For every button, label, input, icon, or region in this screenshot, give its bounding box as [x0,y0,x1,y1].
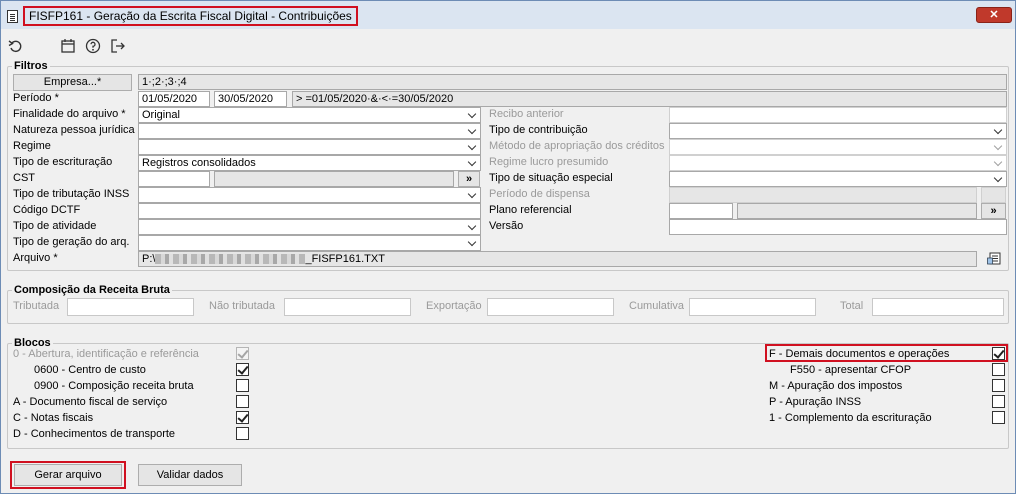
bloco-c-label: C - Notas fiscais [13,412,94,424]
bloco-1-label: 1 - Complemento da escrituração [769,412,932,424]
redacted-path [155,254,306,265]
periodo-expression: > =01/05/2020·&·<·=30/05/2020 [292,91,1007,107]
tipo-atividade-select[interactable] [138,219,481,235]
arquivo-suffix: _FISFP161.TXT [305,253,385,265]
undo-icon[interactable] [7,37,25,55]
bloco-0900-checkbox[interactable] [236,379,249,392]
filtros-legend: Filtros [12,60,50,72]
bloco-a-label: A - Documento fiscal de serviço [13,396,168,408]
cst-label: CST [13,172,35,184]
exportacao-label: Exportação [426,300,482,312]
natureza-label: Natureza pessoa jurídica [13,124,135,136]
periodo-end-field[interactable]: 30/05/2020 [214,91,287,107]
recibo-field [669,107,1007,123]
bloco-m-checkbox[interactable] [992,379,1005,392]
bloco-0600-checkbox[interactable] [236,363,249,376]
empresa-field: 1·;2·;3·;4 [138,74,1007,90]
codigo-dctf-field[interactable] [138,203,481,219]
tipo-geracao-label: Tipo de geração do arq. [13,236,130,248]
exportacao-field [487,298,614,316]
metodo-select [669,139,1007,155]
cumulativa-label: Cumulativa [629,300,685,312]
finalidade-select[interactable]: Original [138,107,481,123]
tipo-atividade-label: Tipo de atividade [13,220,97,232]
bloco-f550-checkbox[interactable] [992,363,1005,376]
nao-tributada-label: Não tributada [209,300,276,312]
bloco-m-label: M - Apuração dos impostos [769,380,903,392]
cst-more-button[interactable]: » [458,171,480,187]
plano-label: Plano referencial [489,204,572,216]
total-field [872,298,1004,316]
document-icon [7,10,18,23]
plano-more-button[interactable]: » [981,203,1006,219]
bloco-f-checkbox[interactable] [992,347,1005,360]
regime-lucro-select [669,155,1007,171]
cst-description [214,171,454,187]
bloco-f-label: F - Demais documentos e operações [769,348,950,360]
composicao-legend: Composição da Receita Bruta [12,284,172,296]
tipo-tributacao-label: Tipo de tributação INSS [13,188,130,200]
finalidade-label: Finalidade do arquivo * [13,108,126,120]
title-bar: FISFP161 - Geração da Escrita Fiscal Dig… [1,1,1015,29]
codigo-dctf-label: Código DCTF [13,204,81,216]
folder-browse-icon[interactable] [986,250,1004,268]
bloco-d-label: D - Conhecimentos de transporte [13,428,176,440]
gerar-arquivo-button[interactable]: Gerar arquivo [14,464,122,486]
bloco-0-checkbox [236,347,249,360]
tipo-contribuicao-select[interactable] [669,123,1007,139]
periodo-start-field[interactable]: 01/05/2020 [138,91,210,107]
tributada-field [67,298,194,316]
tipo-escrituracao-select[interactable]: Registros consolidados [138,155,481,171]
metodo-label: Método de apropriação dos créditos [489,140,665,152]
versao-label: Versão [489,220,524,232]
exit-icon[interactable] [109,37,127,55]
total-label: Total [840,300,864,312]
validar-dados-button[interactable]: Validar dados [138,464,242,486]
regime-label: Regime [13,140,51,152]
bloco-0-label: 0 - Abertura, identificação e referência [13,348,199,360]
close-button[interactable]: ✕ [976,7,1012,23]
help-icon[interactable] [84,37,102,55]
periodo-label: Período * [13,92,59,104]
regime-select[interactable] [138,139,481,155]
bloco-f550-label: F550 - apresentar CFOP [790,364,912,376]
tipo-contribuicao-label: Tipo de contribuição [489,124,588,136]
versao-field[interactable] [669,219,1007,235]
bloco-p-checkbox[interactable] [992,395,1005,408]
bloco-1-checkbox[interactable] [992,411,1005,424]
cumulativa-field [689,298,816,316]
bloco-p-label: P - Apuração INSS [769,396,862,408]
main-window: FISFP161 - Geração da Escrita Fiscal Dig… [0,0,1016,494]
bloco-c-checkbox[interactable] [236,411,249,424]
cst-field[interactable] [138,171,210,187]
tributada-label: Tributada [13,300,60,312]
tipo-tributacao-select[interactable] [138,187,481,203]
arquivo-prefix: P:\ [142,253,156,265]
arquivo-field[interactable]: P:\ _FISFP161.TXT [138,251,977,267]
bloco-0900-label: 0900 - Composição receita bruta [34,380,194,392]
periodo-dispensa-button [981,187,1006,203]
regime-lucro-label: Regime lucro presumido [489,156,609,168]
recibo-label: Recibo anterior [489,108,564,120]
plano-field[interactable] [669,203,733,219]
calendar-icon[interactable] [59,37,77,55]
bloco-d-checkbox[interactable] [236,427,249,440]
tipo-geracao-select[interactable] [138,235,481,251]
bloco-a-checkbox[interactable] [236,395,249,408]
tipo-escrituracao-label: Tipo de escrituração [13,156,113,168]
tipo-situacao-select[interactable] [669,171,1007,187]
plano-description [737,203,977,219]
tipo-situacao-label: Tipo de situação especial [489,172,613,184]
empresa-button[interactable]: Empresa...* [13,74,132,91]
natureza-select[interactable] [138,123,481,139]
periodo-dispensa-label: Período de dispensa [489,188,590,200]
periodo-dispensa-field [669,187,977,203]
arquivo-label: Arquivo * [13,252,58,264]
nao-tributada-field [284,298,411,316]
window-title: FISFP161 - Geração da Escrita Fiscal Dig… [23,6,358,26]
bloco-0600-label: 0600 - Centro de custo [34,364,146,376]
